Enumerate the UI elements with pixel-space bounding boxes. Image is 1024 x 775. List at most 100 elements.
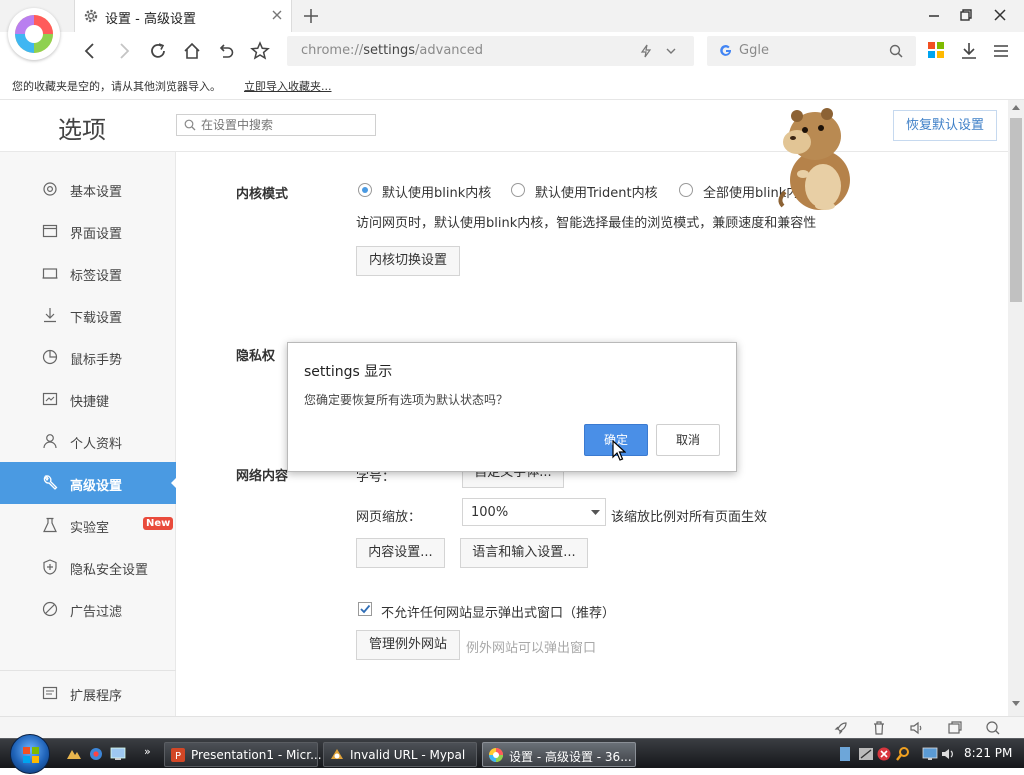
restore-window-icon[interactable] <box>958 7 974 23</box>
radio-dot[interactable] <box>679 183 693 197</box>
gear-icon <box>42 181 58 197</box>
tray-display-icon[interactable] <box>922 746 938 762</box>
sidebar-item-basic[interactable]: 基本设置 <box>0 168 176 210</box>
vertical-scrollbar[interactable] <box>1008 100 1024 716</box>
tray-search-icon[interactable] <box>895 746 911 762</box>
browser-logo[interactable] <box>8 8 60 60</box>
chevron-down-icon[interactable] <box>665 45 677 57</box>
volume-icon[interactable] <box>940 746 956 762</box>
rocket-icon[interactable] <box>833 720 849 736</box>
dialog-cancel-button[interactable]: 取消 <box>656 424 720 456</box>
settings-search[interactable] <box>176 114 376 136</box>
sidebar-item-label: 广告过滤 <box>70 605 123 620</box>
radio-dot[interactable] <box>511 183 525 197</box>
trash-icon[interactable] <box>871 720 887 736</box>
taskbar-button-presentation[interactable]: P Presentation1 - Micr... <box>164 742 322 767</box>
reload-icon[interactable] <box>148 41 168 61</box>
close-tab-icon[interactable] <box>271 9 283 21</box>
apps-icon[interactable] <box>927 41 945 59</box>
sidebar-item-ad-filter[interactable]: 广告过滤 <box>0 588 176 630</box>
undo-close-icon[interactable] <box>216 41 236 61</box>
tab-settings[interactable]: 设置 - 高级设置 <box>74 0 292 32</box>
zoom-icon[interactable] <box>985 720 1001 736</box>
kernel-switch-button[interactable]: 内核切换设置 <box>356 246 460 276</box>
mouse-cursor-icon <box>612 440 626 462</box>
sidebar-item-label: 隐私安全设置 <box>70 563 149 578</box>
settings-search-input[interactable] <box>201 117 371 133</box>
section-title-kernel: 内核模式 <box>236 187 289 202</box>
radio-dot[interactable] <box>358 183 372 197</box>
browser-shortcut-icon[interactable] <box>88 747 104 761</box>
search-icon[interactable] <box>889 44 903 58</box>
back-icon[interactable] <box>80 41 100 61</box>
star-icon[interactable] <box>250 41 270 61</box>
address-bar[interactable]: chrome://settings/advanced <box>287 36 694 66</box>
search-engine-text: Ggle <box>739 43 769 58</box>
scroll-down-icon[interactable] <box>1012 701 1020 707</box>
quick-launch-icon[interactable] <box>66 747 82 761</box>
new-tab-icon[interactable] <box>302 7 320 25</box>
sidebar-item-advanced[interactable]: 高级设置 <box>0 462 176 504</box>
tray-app-icon[interactable] <box>838 746 852 762</box>
dropdown-arrow-icon <box>591 510 600 516</box>
chevron-right-icon[interactable]: » <box>144 745 151 758</box>
confirm-dialog: settings 显示 您确定要恢复所有选项为默认状态吗？ 确定 取消 <box>287 342 737 472</box>
close-window-icon[interactable] <box>992 7 1008 23</box>
menu-icon[interactable] <box>991 41 1011 61</box>
sidebar-item-mouse-gestures[interactable]: 鼠标手势 <box>0 336 176 378</box>
minimize-icon[interactable] <box>926 7 942 23</box>
wrench-icon <box>42 475 58 491</box>
language-input-button[interactable]: 语言和输入设置... <box>460 538 588 568</box>
tray-warning-icon[interactable] <box>876 746 892 762</box>
popup-block-checkbox[interactable] <box>358 602 372 616</box>
download-icon[interactable] <box>959 41 979 61</box>
zoom-label: 网页缩放： <box>356 510 422 525</box>
sidebar-item-download[interactable]: 下载设置 <box>0 294 176 336</box>
sidebar-item-interface[interactable]: 界面设置 <box>0 210 176 252</box>
section-title-privacy: 隐私权 <box>236 349 276 364</box>
toolbar: chrome://settings/advanced Ggle <box>0 32 1024 70</box>
sidebar-divider <box>0 670 176 671</box>
taskbar-button-mypal[interactable]: Invalid URL - Mypal <box>323 742 477 767</box>
show-desktop-icon[interactable] <box>110 747 126 761</box>
sidebar-item-extensions[interactable]: 扩展程序 <box>0 672 176 714</box>
window-icon <box>42 223 58 239</box>
sidebar-item-lab[interactable]: 实验室 New <box>0 504 176 546</box>
browser-icon <box>488 747 504 763</box>
restore-defaults-button[interactable]: 恢复默认设置 <box>893 110 997 141</box>
search-icon <box>184 119 196 131</box>
sidebar-item-shortcuts[interactable]: 快捷键 <box>0 378 176 420</box>
window-icon[interactable] <box>947 720 963 736</box>
forward-icon[interactable] <box>114 41 134 61</box>
scroll-thumb[interactable] <box>1010 118 1022 302</box>
section-title-web-content: 网络内容 <box>236 469 289 484</box>
zoom-note: 该缩放比例对所有页面生效 <box>611 510 768 525</box>
zoom-value: 100% <box>471 505 509 520</box>
tray-network-icon[interactable] <box>858 746 874 762</box>
sidebar-item-label: 实验室 <box>70 521 110 536</box>
zoom-select[interactable]: 100% <box>462 498 606 526</box>
sidebar-item-privacy-security[interactable]: 隐私安全设置 <box>0 546 176 588</box>
sidebar-item-profile[interactable]: 个人资料 <box>0 420 176 462</box>
manage-exceptions-button[interactable]: 管理例外网站 <box>356 630 460 660</box>
search-engine-box[interactable]: Ggle <box>707 36 916 66</box>
block-icon <box>42 601 58 617</box>
bookmarks-bar: 您的收藏夹是空的，请从其他浏览器导入。 立即导入收藏夹... <box>0 70 1024 100</box>
clock[interactable]: 8:21 PM <box>964 746 1012 760</box>
start-button[interactable] <box>10 734 50 774</box>
home-icon[interactable] <box>182 41 202 61</box>
taskbar-button-settings[interactable]: 设置 - 高级设置 - 36... <box>482 742 636 767</box>
import-bookmarks-link[interactable]: 立即导入收藏夹... <box>244 78 332 94</box>
new-badge: New <box>143 517 174 530</box>
google-icon <box>719 44 733 58</box>
speaker-icon[interactable] <box>909 720 925 736</box>
scroll-up-icon[interactable] <box>1012 104 1020 110</box>
lightning-icon[interactable] <box>639 44 653 58</box>
taskbar-button-label: 设置 - 高级设置 - 36... <box>509 750 632 764</box>
tab-icon <box>42 265 58 281</box>
content-settings-button[interactable]: 内容设置... <box>356 538 445 568</box>
sidebar-item-label: 快捷键 <box>70 395 110 410</box>
sidebar-item-tabs[interactable]: 标签设置 <box>0 252 176 294</box>
mouse-icon <box>42 349 58 365</box>
extension-icon <box>42 685 58 701</box>
